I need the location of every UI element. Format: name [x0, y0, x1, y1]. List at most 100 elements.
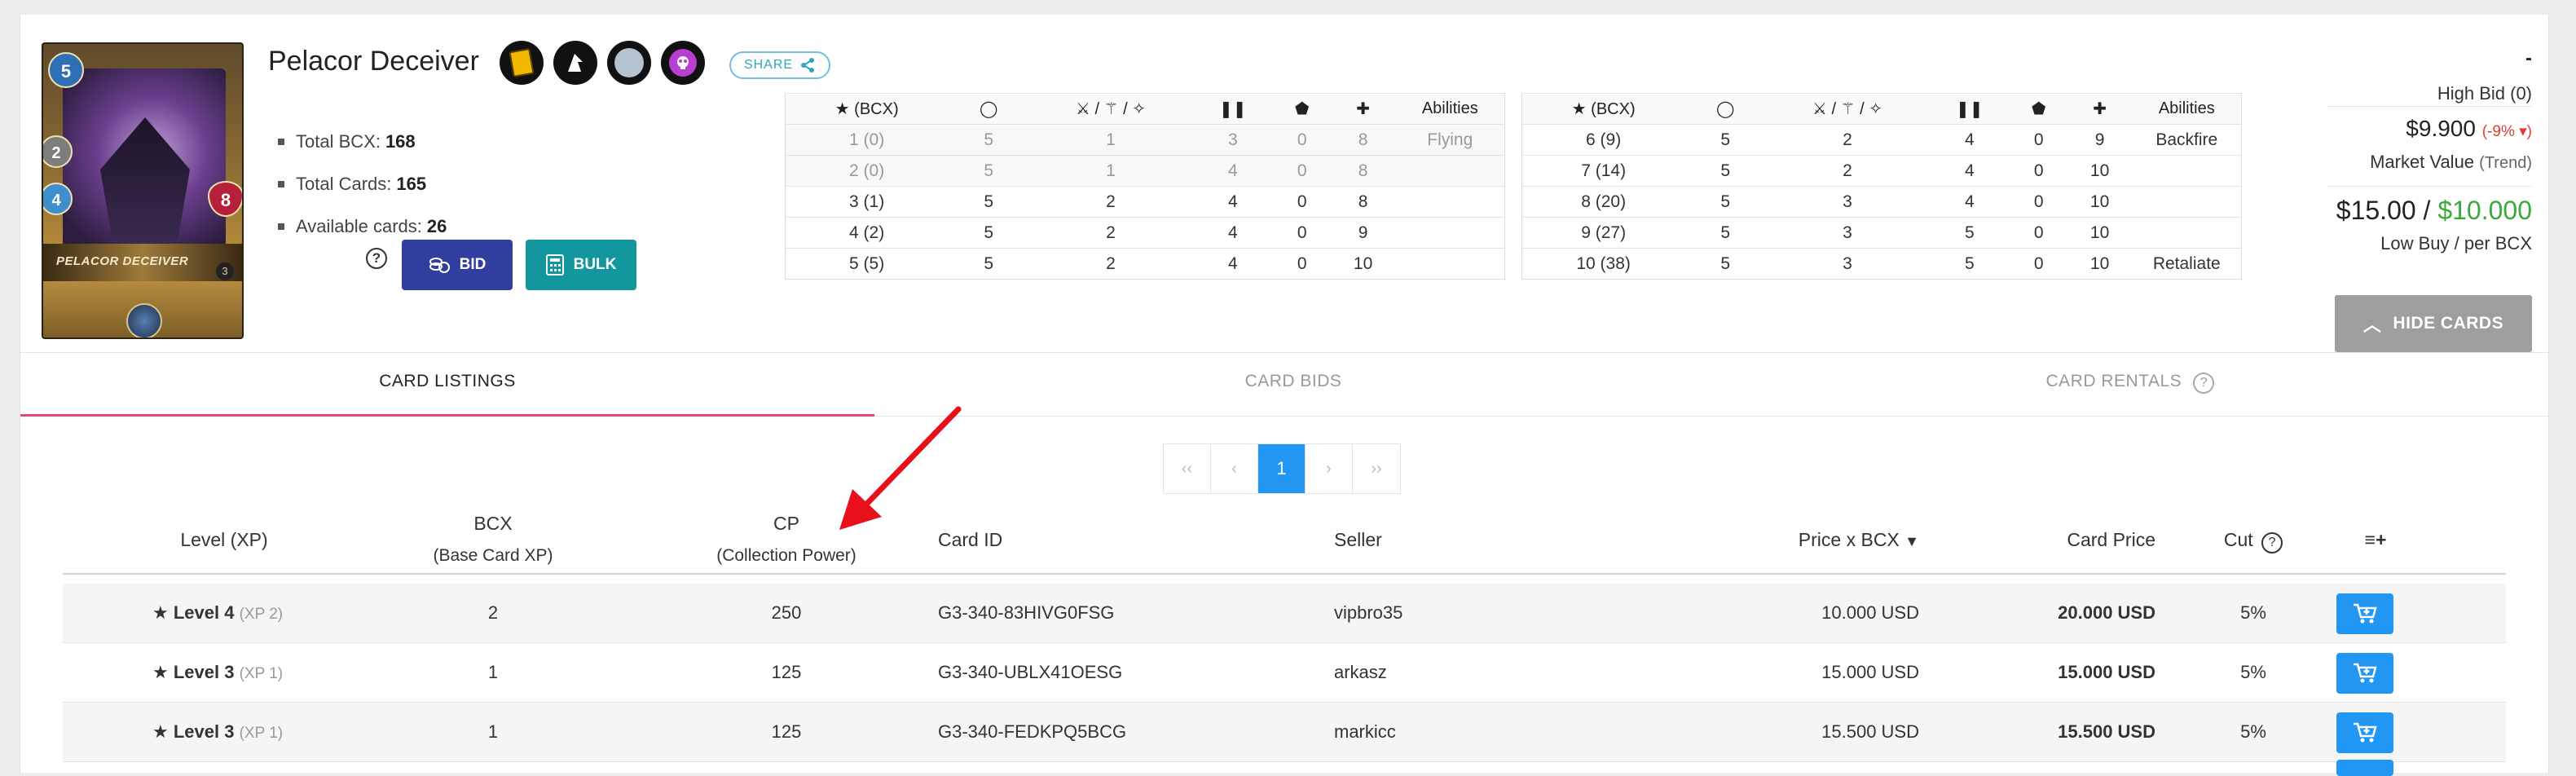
stats-row: 10 (38) 5 3 5 0 10 Retaliate: [1521, 248, 2242, 280]
stats-cell-ab: [1395, 217, 1505, 249]
header-bcx[interactable]: BCX (Base Card XP): [395, 507, 591, 572]
stats-cell-hp: 10: [2067, 248, 2133, 280]
cell-bcx: 2: [487, 602, 499, 623]
table-row[interactable]: ★ Level 4 (XP 2) 2 250 G3-340-83HIVG0FSG vip…: [63, 584, 2506, 643]
low-buy: $15.00 / $10.000: [2336, 196, 2532, 226]
mana-icon: ◯: [1684, 93, 1767, 125]
last-page-button[interactable]: ››: [1353, 444, 1400, 493]
card-mana-badge: 5: [48, 52, 84, 88]
cell-seller[interactable]: markicc: [1334, 703, 1396, 761]
card-image[interactable]: 5 2 4 8 PELACOR DECEIVER 3: [42, 42, 244, 339]
tab-card-bids[interactable]: CARD BIDS: [874, 372, 1712, 391]
help-icon[interactable]: ?: [2193, 373, 2215, 394]
stats-row: 9 (27) 5 3 5 0 10: [1521, 217, 2242, 249]
cell-level: ★ Level 3 (XP 1): [152, 721, 284, 742]
header-level[interactable]: Level (XP): [143, 523, 306, 556]
buy-cart-button[interactable]: [2336, 760, 2393, 776]
share-button[interactable]: SHARE: [729, 51, 830, 79]
cell-seller[interactable]: arkasz: [1334, 643, 1387, 702]
star-icon: ★: [834, 100, 850, 118]
cell-level: ★ Level 4 (XP 2): [152, 602, 284, 623]
cell-cp: 250: [771, 602, 802, 623]
hide-cards-label: HIDE CARDS: [2393, 314, 2504, 333]
next-page-button[interactable]: ›: [1306, 444, 1353, 493]
bulk-button[interactable]: BULK: [526, 240, 636, 290]
table-row[interactable]: ★ Level 3 (XP 1) 1 125 G3-340-UBLX41OESG ark…: [63, 643, 2506, 703]
column-menu-icon[interactable]: ≡+: [2343, 523, 2408, 556]
stats-cell-ab: [1395, 155, 1505, 187]
cart-plus-icon: [2354, 722, 2377, 743]
stats-cell-spd: 4: [1191, 217, 1274, 249]
stats-cell-ab: [2132, 186, 2242, 218]
stats-row: 7 (14) 5 2 4 0 10: [1521, 155, 2242, 187]
stats-cell-lvl: 9 (27): [1521, 217, 1685, 249]
market-value-label: Market Value (Trend): [2370, 152, 2532, 172]
hide-cards-button[interactable]: ︿ HIDE CARDS: [2335, 295, 2532, 352]
active-tab-indicator: [20, 414, 874, 417]
stats-cell-atk: 3: [1766, 186, 1929, 218]
stats-table-right: ★ (BCX) ◯ ⚔ / ⚚ / ✧ ❚❚ ⬟ ✚ Abilities 6 (…: [1521, 93, 2242, 280]
stats-cell-lvl: 5 (5): [785, 248, 949, 280]
low-buy-label: Low Buy / per BCX: [2380, 233, 2532, 254]
cell-card-price: 15.500 USD: [2058, 721, 2155, 742]
cell-cp: 125: [771, 721, 802, 742]
header-card-price[interactable]: Card Price: [1976, 523, 2155, 556]
star-icon: ★: [152, 602, 169, 623]
bid-button[interactable]: BID: [402, 240, 513, 290]
stats-cell-atk: 1: [1029, 124, 1192, 156]
stats-cell-ab: Backfire: [2132, 124, 2242, 156]
bulk-label: BULK: [573, 256, 617, 273]
high-bid-value: -: [2525, 47, 2532, 69]
stats-cell-mana: 5: [1684, 217, 1767, 249]
buy-cart-button[interactable]: [2336, 712, 2393, 753]
buy-cart-button[interactable]: [2336, 593, 2393, 634]
cell-card-id[interactable]: G3-340-83HIVG0FSG: [938, 584, 1114, 642]
stats-cell-hp: 10: [2067, 155, 2133, 187]
cell-seller[interactable]: vipbro35: [1334, 584, 1402, 642]
page-1-button[interactable]: 1: [1258, 444, 1306, 493]
stats-header-row: ★ (BCX) ◯ ⚔ / ⚚ / ✧ ❚❚ ⬟ ✚ Abilities: [1521, 93, 2242, 125]
abilities-header: Abilities: [1395, 93, 1505, 125]
stats-cell-ab: Flying: [1395, 124, 1505, 156]
stats-cell-spd: 5: [1928, 248, 2010, 280]
tab-card-listings[interactable]: CARD LISTINGS: [20, 372, 874, 391]
stats-cell-mana: 5: [1684, 248, 1767, 280]
cell-price-bcx: 10.000 USD: [1821, 602, 1919, 623]
help-icon[interactable]: ?: [366, 248, 387, 269]
market-value-amount: $9.900: [2406, 116, 2476, 141]
cell-card-id[interactable]: G3-340-UBLX41OESG: [938, 643, 1122, 702]
abilities-header: Abilities: [2132, 93, 2242, 125]
stats-cell-lvl: 7 (14): [1521, 155, 1685, 187]
stats-cell-atk: 1: [1029, 155, 1192, 187]
cell-card-id[interactable]: G3-340-FEDKPQ5BCG: [938, 703, 1126, 761]
sort-down-icon: ▼: [1904, 533, 1919, 549]
cell-bcx: 1: [487, 721, 499, 742]
stats-cell-hp: 8: [1330, 186, 1396, 218]
stats-cell-spd: 3: [1191, 124, 1274, 156]
stats-cell-ab: Retaliate: [2132, 248, 2242, 280]
table-row[interactable]: ★ Level 3 (XP 1) 1 125 G3-340-FEDKPQ5BCG mar…: [63, 703, 2506, 762]
header-seller[interactable]: Seller: [1334, 523, 1382, 556]
tab-card-rentals[interactable]: CARD RENTALS ?: [1712, 372, 2548, 394]
armor-icon: ⬟: [2010, 93, 2067, 125]
help-icon[interactable]: ?: [2261, 532, 2283, 553]
stats-cell-spd: 4: [1191, 186, 1274, 218]
buy-cart-button[interactable]: [2336, 653, 2393, 694]
stats-cell-spd: 4: [1191, 155, 1274, 187]
speed-icon: ❚❚: [1928, 93, 2010, 125]
card-splinter-emblem: [126, 303, 162, 337]
stats-cell-lvl: 2 (0): [785, 155, 949, 187]
stats-cell-arm: 0: [1273, 155, 1331, 187]
death-icon: [661, 41, 705, 85]
cell-price-bcx: 15.500 USD: [1821, 721, 1919, 742]
armor-icon: ⬟: [1273, 93, 1331, 125]
stats-cell-hp: 8: [1330, 155, 1396, 187]
stats-cell-spd: 4: [1928, 124, 2010, 156]
stats-cell-mana: 5: [948, 186, 1030, 218]
first-page-button[interactable]: ‹‹: [1164, 444, 1211, 493]
header-cut[interactable]: Cut ?: [2204, 523, 2302, 556]
attack-icons: ⚔ / ⚚ / ✧: [1766, 93, 1929, 125]
header-price-bcx[interactable]: Price x BCX ▼: [1724, 523, 1919, 558]
card-health-badge: 8: [208, 181, 242, 217]
prev-page-button[interactable]: ‹: [1211, 444, 1258, 493]
